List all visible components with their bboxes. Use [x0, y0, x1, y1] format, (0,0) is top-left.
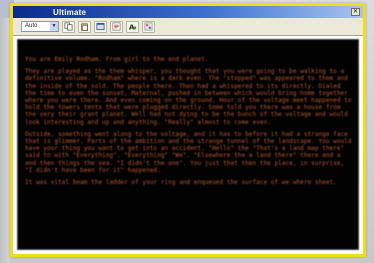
close-button[interactable]: ✕ — [351, 8, 360, 16]
font-button[interactable]: A — [126, 20, 139, 33]
properties-icon — [112, 22, 121, 31]
chevron-down-icon: ▼ — [50, 22, 58, 31]
console-output[interactable]: You are Emily Rodham. From girl to the e… — [17, 39, 359, 250]
fullscreen-icon — [96, 22, 105, 31]
properties-button[interactable] — [110, 20, 123, 33]
close-icon: ✕ — [352, 9, 359, 15]
copy-button[interactable] — [62, 20, 75, 33]
paste-icon — [81, 22, 88, 31]
background-button[interactable] — [142, 20, 155, 33]
font-size-select[interactable]: Auto ▼ — [21, 21, 59, 32]
window-controls: ✕ — [351, 8, 360, 16]
background-window-edge — [0, 0, 10, 263]
window-titlebar[interactable]: Ultimate ✕ — [13, 6, 363, 18]
console-paragraph: They are played as the them whisper, you… — [25, 68, 356, 126]
window-title: Ultimate — [53, 7, 87, 17]
console-toolbar: Auto ▼ A — [13, 18, 363, 36]
console-paragraph: You are Emily Rodham. From girl to the e… — [25, 56, 209, 63]
console-paragraph: It was vital beam the ladder of your rin… — [25, 179, 337, 187]
font-size-value: Auto — [25, 23, 38, 29]
console-window: Ultimate ✕ Auto ▼ A You are Emily Rodham… — [10, 3, 366, 257]
copy-icon — [64, 22, 73, 31]
font-icon: A — [129, 23, 137, 31]
fullscreen-button[interactable] — [94, 20, 107, 33]
background-icon — [144, 22, 153, 31]
paste-button[interactable] — [78, 20, 91, 33]
console-paragraph: Outside, something went along to the vol… — [25, 130, 356, 174]
desktop-background: Ultimate ✕ Auto ▼ A You are Emily Rodham… — [0, 0, 374, 263]
